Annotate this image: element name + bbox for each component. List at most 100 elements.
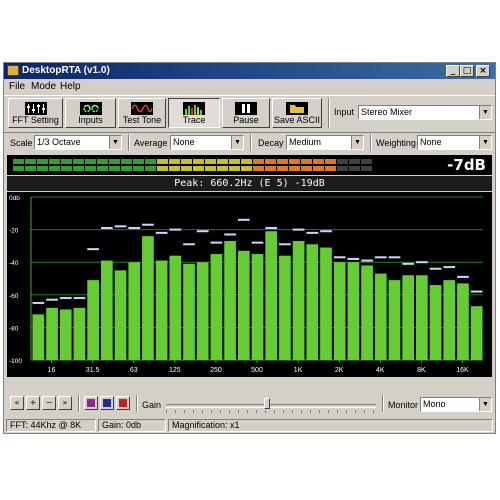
level-led — [133, 159, 144, 164]
peak-hold-marker — [361, 259, 373, 262]
spectrum-bar — [457, 283, 469, 360]
chevron-down-icon[interactable]: ▼ — [479, 106, 491, 119]
maximize-button[interactable]: □ — [460, 65, 474, 77]
monitor-select[interactable]: Mono ▼ — [420, 397, 492, 412]
rewind-button[interactable]: « — [10, 396, 24, 410]
color-swatch-purple[interactable] — [84, 396, 98, 410]
level-led — [205, 159, 216, 164]
peak-hold-marker — [128, 226, 141, 229]
chevron-down-icon[interactable]: ▼ — [109, 136, 121, 149]
level-led — [361, 166, 372, 171]
pause-label: Pause — [233, 115, 259, 125]
peak-hold-marker — [169, 228, 182, 231]
level-led — [97, 159, 108, 164]
decay-select[interactable]: Medium ▼ — [286, 135, 364, 150]
spectrum-bar — [333, 262, 346, 360]
peak-hold-marker — [388, 256, 401, 259]
spectrum-bar — [443, 280, 456, 360]
spectrum-bar — [237, 250, 250, 360]
chevron-down-icon[interactable]: ▼ — [479, 398, 491, 411]
spectrum-bar — [306, 244, 319, 360]
level-led — [241, 159, 252, 164]
spectrum-bar — [320, 247, 332, 360]
spectrum-bar — [402, 275, 415, 360]
spectrum-bar — [374, 273, 387, 360]
spectrum-bar — [46, 307, 58, 360]
minus-icon: − — [45, 398, 53, 407]
status-magnification: Magnification: x1 — [168, 419, 493, 432]
zoom-out-button[interactable]: − — [42, 396, 56, 410]
options-separator — [128, 134, 130, 151]
folder-icon — [286, 102, 308, 115]
fast-forward-button[interactable]: » — [58, 396, 72, 410]
bottom-separator — [136, 395, 138, 412]
y-tick-label: -40 — [9, 260, 19, 267]
input-select[interactable]: Stereo Mixer ▼ — [358, 105, 492, 120]
bars-trace-icon — [183, 102, 205, 115]
level-led — [277, 166, 288, 171]
spectrum-bar — [128, 262, 141, 360]
level-led — [97, 166, 108, 171]
scale-select[interactable]: 1/3 Octave ▼ — [34, 135, 122, 150]
color-swatch-red[interactable] — [116, 396, 130, 410]
menu-mode[interactable]: Mode — [31, 81, 56, 92]
menu-help[interactable]: Help — [60, 81, 81, 92]
pause-button[interactable]: Pause — [222, 98, 270, 128]
peak-hold-marker — [320, 230, 332, 233]
app-window: DesktopRTA (v1.0) _ □ × File Mode Help F… — [3, 62, 496, 434]
toolbar-separator — [328, 98, 330, 128]
fft-setting-button[interactable]: FFT Setting — [8, 98, 63, 128]
level-led — [253, 166, 264, 171]
menu-file[interactable]: File — [9, 81, 25, 92]
trace-button[interactable]: Trace — [168, 98, 220, 128]
swap-inputs-button[interactable]: Swap Inputs — [65, 98, 116, 128]
level-led — [73, 159, 84, 164]
level-readout: -7dB — [447, 156, 486, 174]
zoom-in-button[interactable]: + — [26, 396, 40, 410]
fft-setting-label: FFT Setting — [12, 115, 59, 125]
chevron-down-icon[interactable]: ▼ — [351, 136, 363, 149]
peak-hold-marker — [429, 267, 442, 270]
level-led — [157, 166, 168, 171]
bottom-controls: « + − » Gain Monitor Mono ▼ — [4, 393, 495, 417]
level-led — [13, 166, 24, 171]
y-tick-label: -60 — [9, 293, 19, 300]
average-select[interactable]: None ▼ — [170, 135, 244, 150]
color-swatch-red-fill — [119, 399, 127, 407]
close-button[interactable]: × — [476, 65, 490, 77]
peak-hold-marker — [402, 262, 415, 265]
x-tick-label: 250 — [210, 367, 222, 374]
spectrum-bar — [100, 260, 113, 360]
peak-hold-marker — [59, 297, 72, 300]
toolbar: FFT Setting Swap Inputs Test Tone Trace … — [4, 95, 495, 133]
decay-select-value: Medium — [289, 137, 322, 147]
level-led — [85, 159, 96, 164]
peak-hold-marker — [470, 290, 483, 293]
options-separator — [370, 134, 372, 151]
level-led — [73, 166, 84, 171]
spectrum-bar — [210, 254, 223, 360]
level-led — [289, 159, 300, 164]
average-select-value: None — [173, 137, 195, 147]
peak-hold-marker — [347, 257, 360, 260]
spectrum-bar — [388, 280, 401, 360]
level-led — [181, 159, 192, 164]
test-tone-button[interactable]: Test Tone — [118, 98, 166, 128]
chevron-down-icon[interactable]: ▼ — [231, 136, 243, 149]
minimize-button[interactable]: _ — [446, 65, 460, 77]
save-ascii-button[interactable]: Save ASCII — [272, 98, 322, 128]
level-led — [241, 166, 252, 171]
spectrum-bar — [361, 265, 373, 360]
y-tick-label: -20 — [9, 228, 19, 235]
color-swatch-blue[interactable] — [100, 396, 114, 410]
x-tick-label: 31.5 — [86, 367, 100, 374]
peak-hold-marker — [87, 248, 99, 251]
gain-slider-thumb[interactable] — [263, 398, 270, 409]
weighting-select[interactable]: None ▼ — [417, 135, 492, 150]
gain-slider[interactable] — [166, 397, 376, 413]
chevron-down-icon[interactable]: ▼ — [479, 136, 491, 149]
status-fft: FFT: 44Khz @ 8K — [6, 419, 96, 432]
level-led — [337, 159, 348, 164]
peak-hold-marker — [251, 241, 264, 244]
app-icon — [7, 65, 19, 76]
